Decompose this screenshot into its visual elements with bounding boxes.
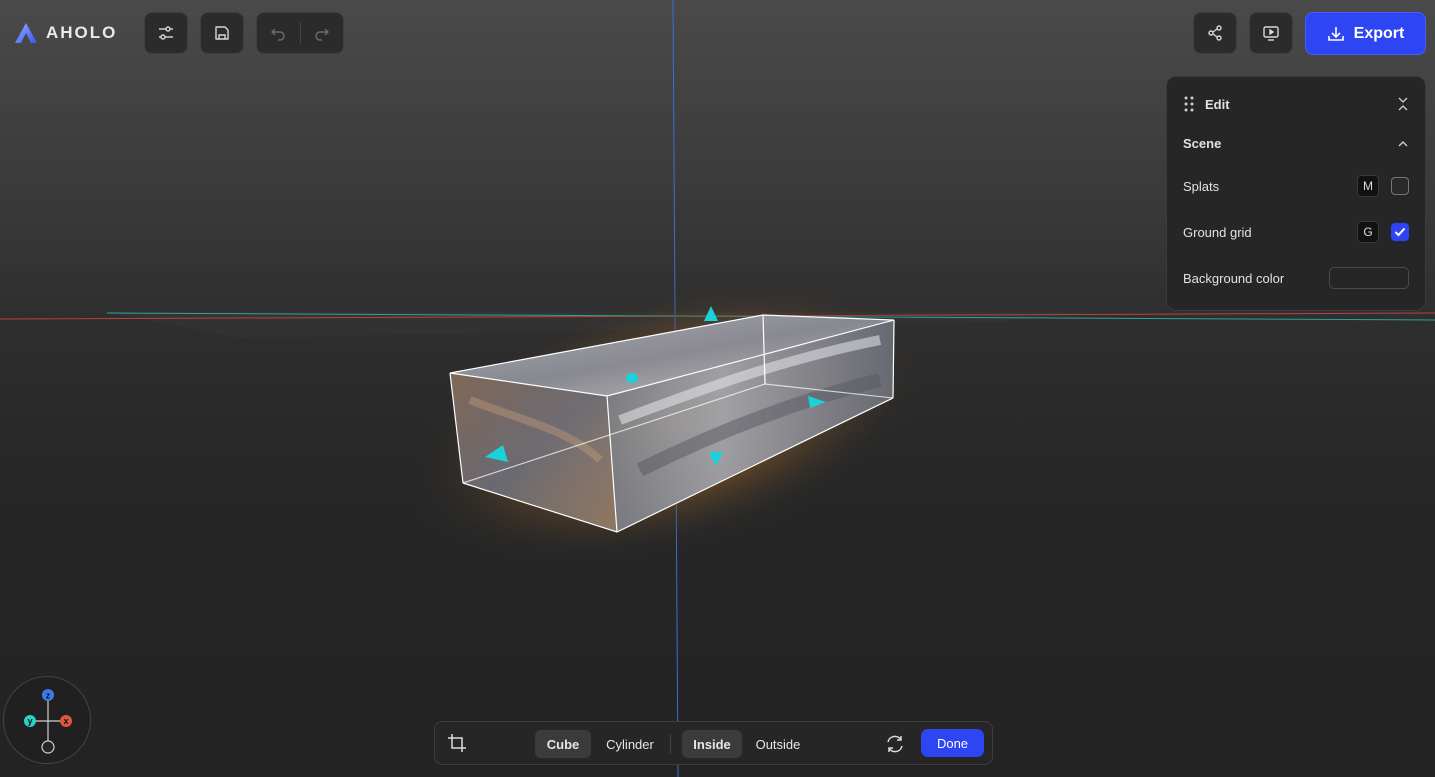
splats-shortcut-badge: M [1357, 175, 1379, 197]
undo-button[interactable] [257, 25, 300, 41]
crop-icon [448, 734, 466, 752]
collapse-toggle-icon[interactable] [1397, 96, 1409, 112]
save-button[interactable] [200, 12, 244, 54]
sliders-icon [159, 26, 173, 40]
redo-icon [315, 28, 329, 41]
crop-button[interactable] [447, 733, 467, 758]
download-icon [1327, 26, 1344, 41]
undo-icon [271, 28, 285, 41]
drag-handle-icon[interactable] [1183, 95, 1195, 113]
gizmo-y-label: y [27, 716, 32, 726]
scene-section-header[interactable]: Scene [1183, 136, 1409, 151]
present-button[interactable] [1249, 12, 1293, 54]
splats-row: Splats M [1183, 175, 1409, 197]
mode-option-outside[interactable]: Outside [747, 730, 809, 758]
splats-label: Splats [1183, 178, 1220, 194]
edit-panel: Edit Scene Splats M Ground grid G Backgr… [1166, 76, 1426, 311]
settings-button[interactable] [144, 12, 188, 54]
save-icon [215, 26, 229, 40]
gizmo-x-label: x [63, 716, 68, 726]
edit-panel-title: Edit [1205, 96, 1230, 112]
splats-checkbox[interactable] [1391, 177, 1409, 195]
crop-toolbar: Cube Cylinder Inside Outside Done [434, 721, 993, 765]
background-color-label: Background color [1183, 270, 1285, 286]
app-logo[interactable]: AHOLO [14, 22, 117, 44]
redo-button[interactable] [300, 25, 343, 41]
refresh-icon [887, 735, 903, 753]
scene-section-title: Scene [1183, 136, 1222, 151]
shape-option-cylinder[interactable]: Cylinder [597, 730, 663, 758]
gizmo-z-label: z [46, 691, 51, 701]
share-button[interactable] [1193, 12, 1237, 54]
mode-option-inside[interactable]: Inside [682, 730, 742, 758]
share-icon [1208, 25, 1222, 41]
present-icon [1263, 26, 1279, 41]
edit-panel-header: Edit [1183, 95, 1409, 113]
logo-text: AHOLO [46, 23, 118, 42]
3d-viewport[interactable]: AHOLO Export Edit Scene Splats M Ground … [0, 0, 1435, 777]
toolbar-divider [670, 734, 671, 754]
history-group [256, 12, 344, 54]
ground-grid-label: Ground grid [1183, 224, 1252, 240]
shape-option-cube[interactable]: Cube [535, 730, 591, 758]
done-button[interactable]: Done [921, 729, 984, 757]
axis-gizmo[interactable]: z y x [3, 676, 91, 764]
checkmark-icon [1394, 227, 1406, 237]
background-color-row: Background color [1183, 267, 1409, 289]
chevron-up-icon[interactable] [1397, 140, 1409, 148]
export-button[interactable]: Export [1305, 12, 1426, 55]
handle-front [626, 373, 638, 383]
export-label: Export [1353, 24, 1405, 42]
ground-grid-shortcut-badge: G [1357, 221, 1379, 243]
reset-button[interactable] [885, 734, 905, 759]
ground-grid-row: Ground grid G [1183, 221, 1409, 243]
ground-grid-checkbox[interactable] [1391, 223, 1409, 241]
background-color-picker[interactable] [1329, 267, 1409, 289]
axis-gizmo-svg: z y x [24, 689, 72, 754]
gizmo-negative-z-handle [41, 740, 55, 754]
aholo-logo-icon [15, 23, 37, 43]
